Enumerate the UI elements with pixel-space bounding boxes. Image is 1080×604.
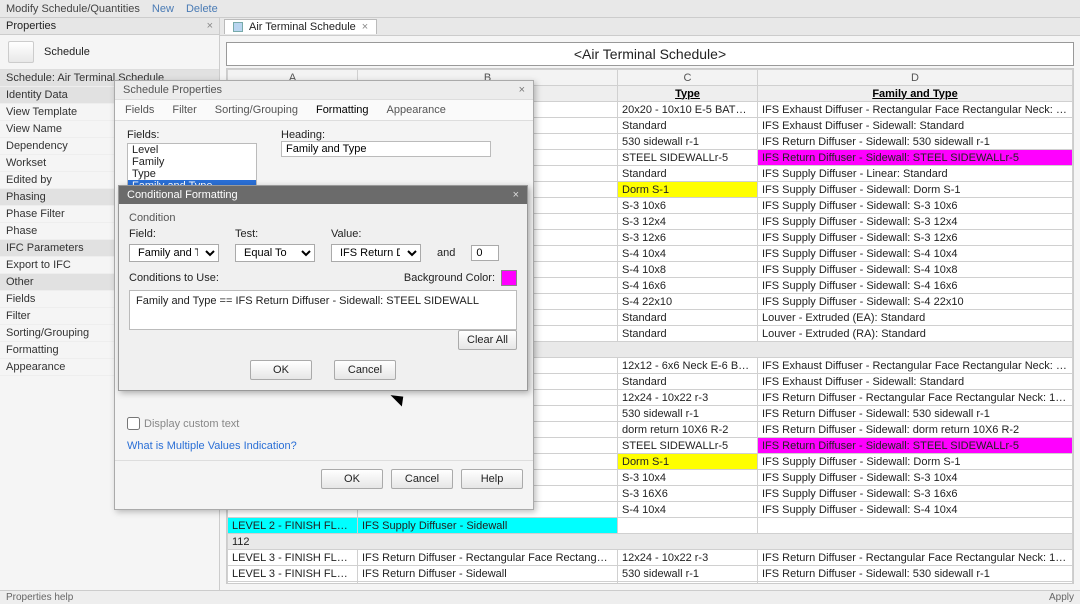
- apply-button[interactable]: Apply: [1049, 592, 1074, 603]
- ok-button[interactable]: OK: [250, 360, 312, 380]
- field-label: Field:: [129, 228, 219, 240]
- properties-help-link[interactable]: Properties help: [6, 592, 73, 603]
- close-icon[interactable]: [207, 20, 213, 32]
- dialog-tab[interactable]: Filter: [172, 104, 196, 116]
- condition-rule[interactable]: Family and Type == IFS Return Diffuser -…: [136, 295, 479, 307]
- multiple-values-link[interactable]: What is Multiple Values Indication?: [115, 432, 533, 460]
- condition-label: Condition: [129, 212, 517, 224]
- dialog-tab[interactable]: Formatting: [316, 104, 369, 116]
- dialog-title: Conditional Formatting: [127, 189, 238, 201]
- and-label: and: [437, 247, 455, 259]
- cancel-button[interactable]: Cancel: [334, 360, 396, 380]
- conditional-formatting-dialog: Conditional Formatting Condition Field: …: [118, 185, 528, 391]
- ribbon: Modify Schedule/Quantities New Delete: [0, 0, 1080, 18]
- field-select[interactable]: Family and Type: [129, 244, 219, 262]
- document-tabs: Air Terminal Schedule: [220, 18, 1080, 36]
- status-bar: Properties help Apply: [0, 590, 1080, 604]
- value-label: Value:: [331, 228, 361, 240]
- ok-button[interactable]: OK: [321, 469, 383, 489]
- heading-input[interactable]: [281, 141, 491, 157]
- test-label: Test:: [235, 228, 315, 240]
- display-custom-checkbox[interactable]: [127, 417, 140, 430]
- properties-title: Properties: [6, 20, 56, 32]
- conditions-label: Conditions to Use:: [129, 272, 219, 284]
- schedule-title[interactable]: <Air Terminal Schedule>: [226, 42, 1074, 66]
- clear-all-button[interactable]: Clear All: [458, 330, 517, 350]
- ribbon-tab: Modify Schedule/Quantities: [6, 3, 140, 15]
- dialog-tabs: Fields Filter Sorting/Grouping Formatting Ap…: [115, 100, 533, 121]
- close-icon[interactable]: [362, 21, 368, 33]
- display-custom-label: Display custom text: [144, 418, 239, 430]
- field-item[interactable]: Family: [128, 156, 256, 168]
- table-row[interactable]: 112: [228, 534, 1073, 550]
- field-item[interactable]: Type: [128, 168, 256, 180]
- doc-tab-label: Air Terminal Schedule: [249, 21, 356, 33]
- type-selector[interactable]: Schedule: [44, 46, 90, 58]
- column-header[interactable]: Family and Type: [758, 86, 1073, 102]
- bg-color-label: Background Color:: [404, 272, 495, 284]
- dialog-tab[interactable]: Sorting/Grouping: [215, 104, 298, 116]
- dialog-tab[interactable]: Appearance: [387, 104, 446, 116]
- column-letter[interactable]: C: [618, 70, 758, 86]
- cancel-button[interactable]: Cancel: [391, 469, 453, 489]
- dialog-tab[interactable]: Fields: [125, 104, 154, 116]
- dialog-title: Schedule Properties: [123, 84, 222, 96]
- properties-header: Properties: [0, 18, 219, 35]
- bg-color-swatch[interactable]: [501, 270, 517, 286]
- table-row[interactable]: LEVEL 3 - FINISH FLOORIFS Return Diffuse…: [228, 550, 1073, 566]
- table-row[interactable]: LEVEL 2 - FINISH FLOORIFS Supply Diffuse…: [228, 518, 1073, 534]
- schedule-view-icon: [233, 22, 243, 32]
- table-row[interactable]: LEVEL 3 - FINISH FLOORIFS Return Diffuse…: [228, 582, 1073, 585]
- column-header[interactable]: Type: [618, 86, 758, 102]
- delete-button[interactable]: Delete: [186, 3, 218, 15]
- column-letter[interactable]: D: [758, 70, 1073, 86]
- new-button[interactable]: New: [152, 3, 174, 15]
- schedule-icon: [8, 41, 34, 63]
- heading-label: Heading:: [281, 129, 325, 141]
- close-icon[interactable]: [513, 189, 519, 201]
- test-select[interactable]: Equal To: [235, 244, 315, 262]
- value-select[interactable]: IFS Return Diffus: [331, 244, 421, 262]
- fields-label: Fields:: [127, 129, 257, 141]
- close-icon[interactable]: [519, 84, 525, 96]
- table-row[interactable]: LEVEL 3 - FINISH FLOORIFS Return Diffuse…: [228, 566, 1073, 582]
- and-value-input[interactable]: [471, 245, 499, 261]
- doc-tab[interactable]: Air Terminal Schedule: [224, 19, 377, 34]
- field-item[interactable]: Level: [128, 144, 256, 156]
- help-button[interactable]: Help: [461, 469, 523, 489]
- conditions-list[interactable]: Family and Type == IFS Return Diffuser -…: [129, 290, 517, 330]
